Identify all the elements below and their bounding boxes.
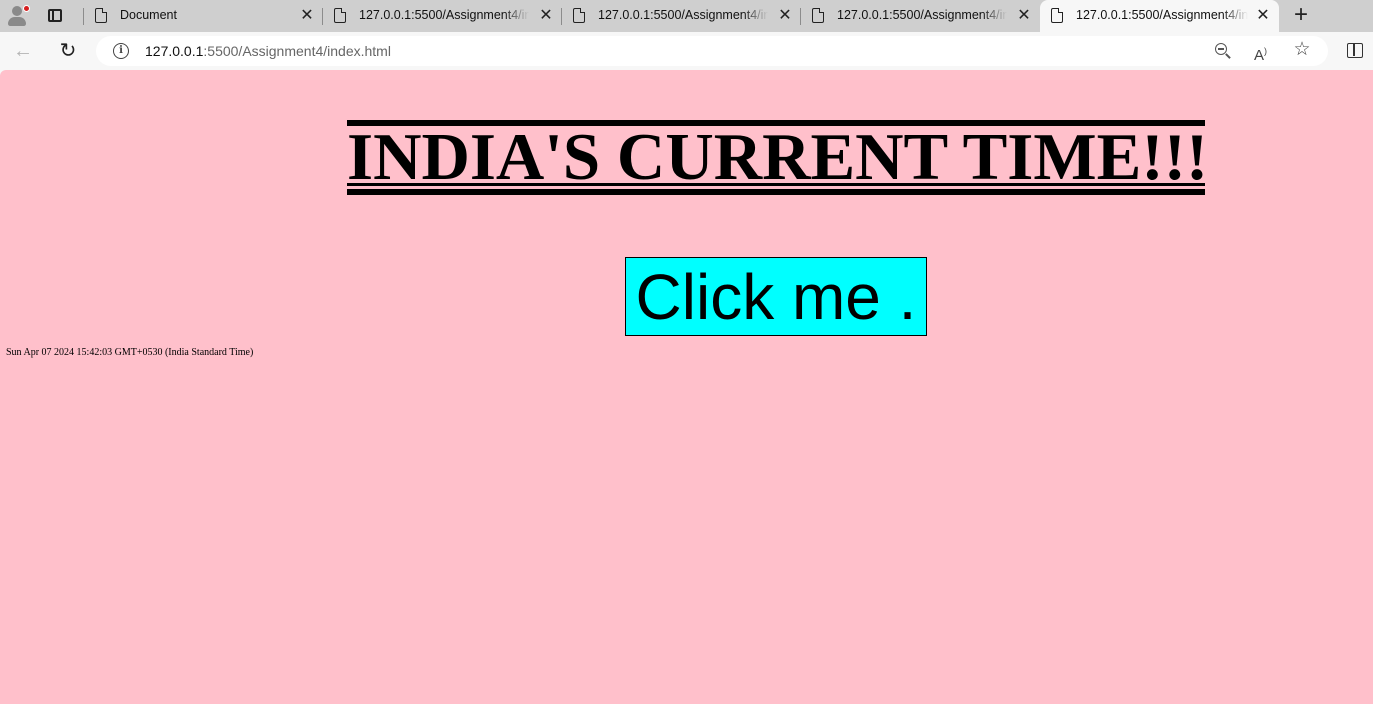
tab-document[interactable]: Document ✕: [84, 0, 322, 32]
back-arrow-icon[interactable]: ←: [12, 40, 34, 62]
document-icon: [334, 8, 346, 23]
tab-title: Document: [120, 8, 177, 22]
reload-icon[interactable]: ↻: [57, 40, 79, 62]
tab-strip: Document ✕ 127.0.0.1:5500/Assignment4/in…: [0, 0, 1373, 32]
zoom-out-icon[interactable]: [1214, 42, 1232, 60]
current-time-text: Sun Apr 07 2024 15:42:03 GMT+0530 (India…: [6, 347, 254, 358]
url-host: 127.0.0.1: [145, 43, 204, 59]
tab-index-2[interactable]: 127.0.0.1:5500/Assignment4/index.html ✕: [562, 0, 800, 32]
read-aloud-icon[interactable]: A): [1254, 41, 1274, 64]
new-tab-icon[interactable]: +: [1290, 3, 1312, 27]
close-tab-icon[interactable]: ✕: [537, 6, 555, 26]
address-bar[interactable]: i 127.0.0.1:5500/Assignment4/index.html …: [96, 36, 1328, 66]
tab-title: 127.0.0.1:5500/Assignment4/index.html: [837, 8, 1007, 22]
page-viewport: INDIA'S CURRENT TIME!!! Click me . Sun A…: [0, 70, 1373, 704]
heading-text: INDIA'S CURRENT TIME!!!: [347, 120, 1205, 194]
profile-avatar-icon[interactable]: [4, 3, 30, 29]
info-icon[interactable]: i: [113, 43, 129, 59]
address-url[interactable]: 127.0.0.1:5500/Assignment4/index.html: [145, 43, 391, 59]
tab-title: 127.0.0.1:5500/Assignment4/index.html: [1076, 8, 1248, 22]
page-heading: INDIA'S CURRENT TIME!!!: [347, 120, 1205, 195]
tab-index-active[interactable]: 127.0.0.1:5500/Assignment4/index.html ✕: [1040, 0, 1279, 32]
close-tab-icon[interactable]: ✕: [1254, 6, 1272, 26]
tab-title: 127.0.0.1:5500/Assignment4/index.html: [359, 8, 529, 22]
browser-toolbar: ← ↻ i 127.0.0.1:5500/Assignment4/index.h…: [0, 32, 1373, 70]
url-path: :5500/Assignment4/index.html: [203, 43, 391, 59]
tab-index-1[interactable]: 127.0.0.1:5500/Assignment4/index.html ✕: [323, 0, 561, 32]
tab-actions-icon[interactable]: [44, 6, 66, 26]
tab-title: 127.0.0.1:5500/Assignment4/index.html: [598, 8, 768, 22]
close-tab-icon[interactable]: ✕: [1015, 6, 1033, 26]
star-icon[interactable]: ☆: [1292, 40, 1312, 60]
document-icon: [573, 8, 585, 23]
document-icon: [1051, 8, 1063, 23]
document-icon: [95, 8, 107, 23]
click-me-button[interactable]: Click me .: [625, 257, 927, 336]
tab-index-3[interactable]: 127.0.0.1:5500/Assignment4/index.html ✕: [801, 0, 1039, 32]
split-screen-icon[interactable]: [1347, 43, 1363, 58]
close-tab-icon[interactable]: ✕: [776, 6, 794, 26]
document-icon: [812, 8, 824, 23]
close-tab-icon[interactable]: ✕: [298, 6, 316, 26]
